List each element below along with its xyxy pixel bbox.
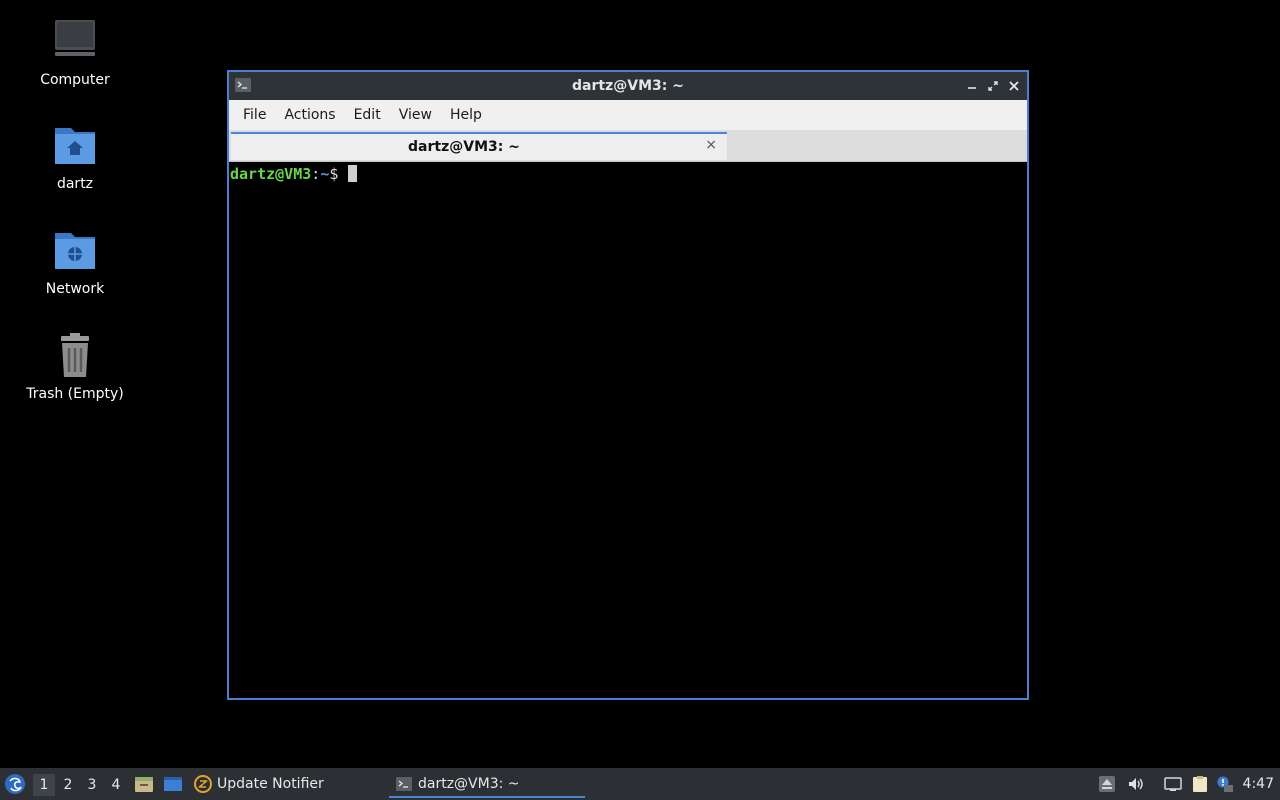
- workspace-4[interactable]: 4: [105, 774, 127, 796]
- show-desktop-icon[interactable]: [163, 774, 183, 794]
- window-titlebar[interactable]: dartz@VM3: ~: [229, 72, 1027, 100]
- terminal-icon: [396, 777, 412, 791]
- network-folder-icon: [55, 233, 95, 269]
- home-folder-icon: [55, 128, 95, 164]
- task-label: dartz@VM3: ~: [418, 776, 520, 792]
- clipboard-icon[interactable]: [1191, 775, 1209, 793]
- prompt-colon: :: [311, 165, 321, 183]
- prompt-user-host: dartz@VM3: [230, 165, 312, 183]
- desktop-icon-computer[interactable]: Computer: [10, 18, 140, 88]
- prompt-path: ~: [320, 165, 330, 183]
- taskbar-item-terminal[interactable]: dartz@VM3: ~: [389, 768, 585, 800]
- desktop-icon-network[interactable]: Network: [10, 227, 140, 297]
- close-button[interactable]: [1005, 77, 1023, 95]
- close-icon: [1009, 81, 1019, 91]
- desktop-icon-trash[interactable]: Trash (Empty): [10, 332, 140, 402]
- tab-label: dartz@VM3: ~: [408, 139, 520, 155]
- minimize-button[interactable]: [963, 77, 981, 95]
- desktop-icon-home[interactable]: dartz: [10, 122, 140, 192]
- volume-icon[interactable]: [1127, 775, 1145, 793]
- desktop: Computer dartz Network Trash (Empty) dar…: [0, 0, 1280, 768]
- terminal-window[interactable]: dartz@VM3: ~ File Actions Edit View Help…: [227, 70, 1029, 700]
- clock[interactable]: 4:47: [1243, 776, 1274, 792]
- desktop-icon-label: Computer: [40, 72, 110, 88]
- taskbar-item-update-notifier[interactable]: Update Notifier: [194, 768, 324, 800]
- menu-bar: File Actions Edit View Help: [229, 100, 1027, 130]
- minimize-icon: [968, 87, 976, 89]
- menu-help[interactable]: Help: [442, 103, 490, 127]
- maximize-icon: [988, 81, 998, 91]
- workspace-3[interactable]: 3: [81, 774, 103, 796]
- workspace-1[interactable]: 1: [33, 774, 55, 796]
- workspace-2[interactable]: 2: [57, 774, 79, 796]
- menu-edit[interactable]: Edit: [346, 103, 389, 127]
- tab-bar: dartz@VM3: ~ ×: [229, 130, 1027, 162]
- tab-terminal[interactable]: dartz@VM3: ~ ×: [231, 132, 727, 160]
- menu-file[interactable]: File: [235, 103, 274, 127]
- desktop-icon-label: Network: [45, 281, 105, 297]
- menu-actions[interactable]: Actions: [276, 103, 343, 127]
- network-icon[interactable]: [1164, 775, 1182, 793]
- trash-icon: [61, 333, 89, 377]
- computer-icon: [55, 20, 95, 56]
- prompt-dollar: $: [329, 165, 339, 183]
- eject-icon[interactable]: [1098, 775, 1116, 793]
- tab-close-icon[interactable]: ×: [705, 137, 717, 153]
- taskbar: 1 2 3 4 Update Notifier dartz@VM3: ~ 4:4…: [0, 768, 1280, 800]
- notification-icon[interactable]: [1216, 775, 1234, 793]
- task-label: Update Notifier: [217, 776, 324, 792]
- text-cursor: [348, 165, 358, 182]
- start-menu-icon[interactable]: [4, 773, 26, 795]
- terminal-area[interactable]: dartz@VM3:~$: [229, 162, 1027, 698]
- window-title: dartz@VM3: ~: [572, 78, 684, 94]
- menu-view[interactable]: View: [391, 103, 440, 127]
- desktop-icon-label: Trash (Empty): [26, 386, 124, 402]
- file-manager-icon[interactable]: [134, 774, 154, 794]
- update-notifier-icon: [194, 775, 212, 793]
- maximize-button[interactable]: [984, 77, 1002, 95]
- desktop-icon-label: dartz: [56, 176, 94, 192]
